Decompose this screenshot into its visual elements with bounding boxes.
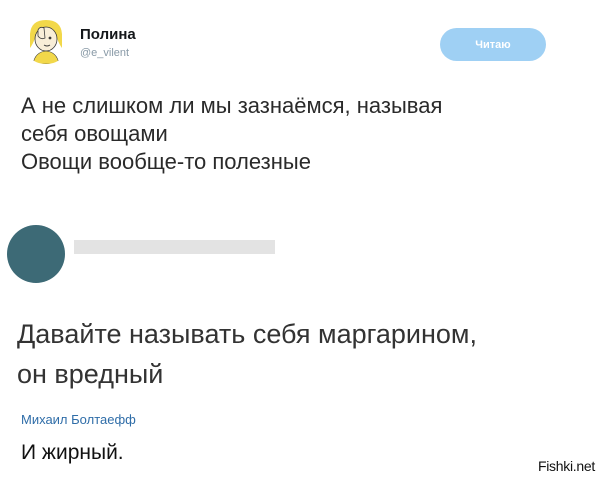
redacted-name-bar	[74, 240, 275, 254]
comment-text: И жирный.	[21, 441, 124, 464]
reply-text: Давайте называть себя маргарином, он вре…	[17, 314, 587, 394]
reply-avatar	[7, 225, 65, 283]
comment-author[interactable]: Михаил Болтаефф	[21, 412, 136, 427]
tweet-text: А не слишком ли мы зазнаёмся, называя се…	[21, 92, 581, 176]
tweet-text-line: А не слишком ли мы зазнаёмся, называя	[21, 93, 443, 118]
reply-text-line: он вредный	[17, 359, 164, 389]
author-handle[interactable]: @e_vilent	[80, 47, 129, 59]
reply-text-line: Давайте называть себя маргарином,	[17, 319, 477, 349]
avatar-illustration-icon	[21, 14, 71, 64]
author-avatar[interactable]	[21, 14, 71, 64]
watermark: Fishki.net	[538, 458, 595, 474]
tweet-text-line: себя овощами	[21, 121, 168, 146]
tweet-text-line: Овощи вообще-то полезные	[21, 149, 311, 174]
follow-button[interactable]: Читаю	[440, 28, 546, 61]
author-name[interactable]: Полина	[80, 26, 136, 43]
